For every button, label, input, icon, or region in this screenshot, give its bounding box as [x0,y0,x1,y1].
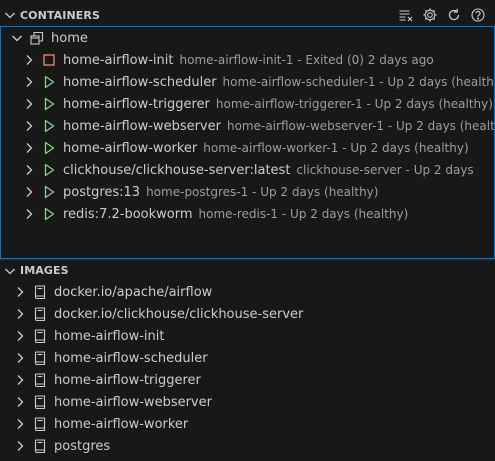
play-triangle-icon [41,203,57,225]
book-icon [32,369,48,391]
chevron-right-icon[interactable] [12,413,28,435]
container-row[interactable]: home-airflow-worker home-airflow-worker-1… [1,137,494,159]
play-triangle-icon [41,181,57,203]
container-name: redis:7.2-bookworm [63,206,193,222]
image-name: home-airflow-triggerer [54,372,201,388]
book-icon [32,391,48,413]
play-triangle-icon [41,115,57,137]
container-status: clickhouse-server - Up 2 days [296,163,474,177]
chevron-right-icon[interactable] [12,281,28,303]
image-row[interactable]: home-airflow-webserver [0,391,495,413]
image-name: docker.io/clickhouse/clickhouse-server [54,306,304,322]
container-name: home-airflow-triggerer [63,96,210,112]
container-name: home-airflow-init [63,52,174,68]
book-icon [32,281,48,303]
chevron-right-icon[interactable] [21,115,37,137]
stop-square-icon [41,49,57,71]
container-status: home-airflow-worker-1 - Up 2 days (healt… [203,141,469,155]
play-triangle-icon [41,137,57,159]
image-name: home-airflow-worker [54,416,189,432]
window-stack-icon [29,27,45,49]
book-icon [32,413,48,435]
containers-section-header[interactable]: CONTAINERS [0,4,495,26]
container-group-home[interactable]: home [1,27,494,49]
container-row[interactable]: home-airflow-scheduler home-airflow-sched… [1,71,494,93]
images-tree: docker.io/apache/airflow docker.io/clickh… [0,281,495,457]
chevron-right-icon[interactable] [12,369,28,391]
chevron-right-icon[interactable] [12,347,28,369]
chevron-right-icon[interactable] [12,325,28,347]
book-icon [32,325,48,347]
chevron-right-icon[interactable] [21,137,37,159]
chevron-right-icon[interactable] [12,435,28,457]
chevron-right-icon[interactable] [21,181,37,203]
containers-actions [397,6,495,24]
container-group-label: home [51,30,88,46]
container-row[interactable]: home-airflow-init home-airflow-init-1 - E… [1,49,494,71]
chevron-right-icon[interactable] [21,93,37,115]
container-row[interactable]: home-airflow-triggerer home-airflow-trigg… [1,93,494,115]
chevron-right-icon[interactable] [21,71,37,93]
container-status: home-airflow-webserver-1 - Up 2 days (he… [226,119,494,133]
image-row[interactable]: docker.io/apache/airflow [0,281,495,303]
container-name: clickhouse/clickhouse-server:latest [63,162,291,178]
image-name: postgres [54,438,111,454]
container-status: home-redis-1 - Up 2 days (healthy) [198,207,409,221]
book-icon [32,347,48,369]
image-name: home-airflow-webserver [54,394,212,410]
container-status: home-airflow-init-1 - Exited (0) 2 days … [179,53,434,67]
book-icon [32,435,48,457]
play-triangle-icon [41,71,57,93]
container-name: home-airflow-worker [63,140,198,156]
image-name: home-airflow-init [54,328,165,344]
container-row[interactable]: redis:7.2-bookworm home-redis-1 - Up 2 da… [1,203,494,225]
image-name: docker.io/apache/airflow [54,284,213,300]
play-triangle-icon [41,93,57,115]
image-name: home-airflow-scheduler [54,350,208,366]
chevron-down-icon[interactable] [9,27,25,49]
chevron-down-icon[interactable] [0,260,20,282]
help-icon[interactable] [469,6,487,24]
images-section-header[interactable]: IMAGES [0,259,495,281]
container-name: postgres:13 [63,184,141,200]
containers-section-title: CONTAINERS [20,8,100,22]
image-row[interactable]: postgres [0,435,495,457]
clear-all-icon[interactable] [397,6,415,24]
image-row[interactable]: home-airflow-worker [0,413,495,435]
chevron-right-icon[interactable] [21,203,37,225]
container-row[interactable]: clickhouse/clickhouse-server:latest click… [1,159,494,181]
container-row[interactable]: postgres:13 home-postgres-1 - Up 2 days (… [1,181,494,203]
container-name: home-airflow-scheduler [63,74,217,90]
image-row[interactable]: home-airflow-init [0,325,495,347]
settings-gear-icon[interactable] [421,6,439,24]
image-row[interactable]: home-airflow-scheduler [0,347,495,369]
container-status: home-airflow-scheduler-1 - Up 2 days (he… [222,75,494,89]
image-row[interactable]: home-airflow-triggerer [0,369,495,391]
image-row[interactable]: docker.io/clickhouse/clickhouse-server [0,303,495,325]
images-section-title: IMAGES [20,264,69,277]
chevron-right-icon[interactable] [21,49,37,71]
chevron-down-icon[interactable] [0,4,20,26]
book-icon [32,303,48,325]
chevron-right-icon[interactable] [12,391,28,413]
chevron-right-icon[interactable] [21,159,37,181]
container-status: home-airflow-triggerer-1 - Up 2 days (he… [215,97,493,111]
chevron-right-icon[interactable] [12,303,28,325]
container-row[interactable]: home-airflow-webserver home-airflow-webse… [1,115,494,137]
play-triangle-icon [41,159,57,181]
containers-tree: home home-airflow-init home-airflow-init-… [0,26,495,259]
refresh-icon[interactable] [445,6,463,24]
container-name: home-airflow-webserver [63,118,221,134]
container-status: home-postgres-1 - Up 2 days (healthy) [146,185,379,199]
